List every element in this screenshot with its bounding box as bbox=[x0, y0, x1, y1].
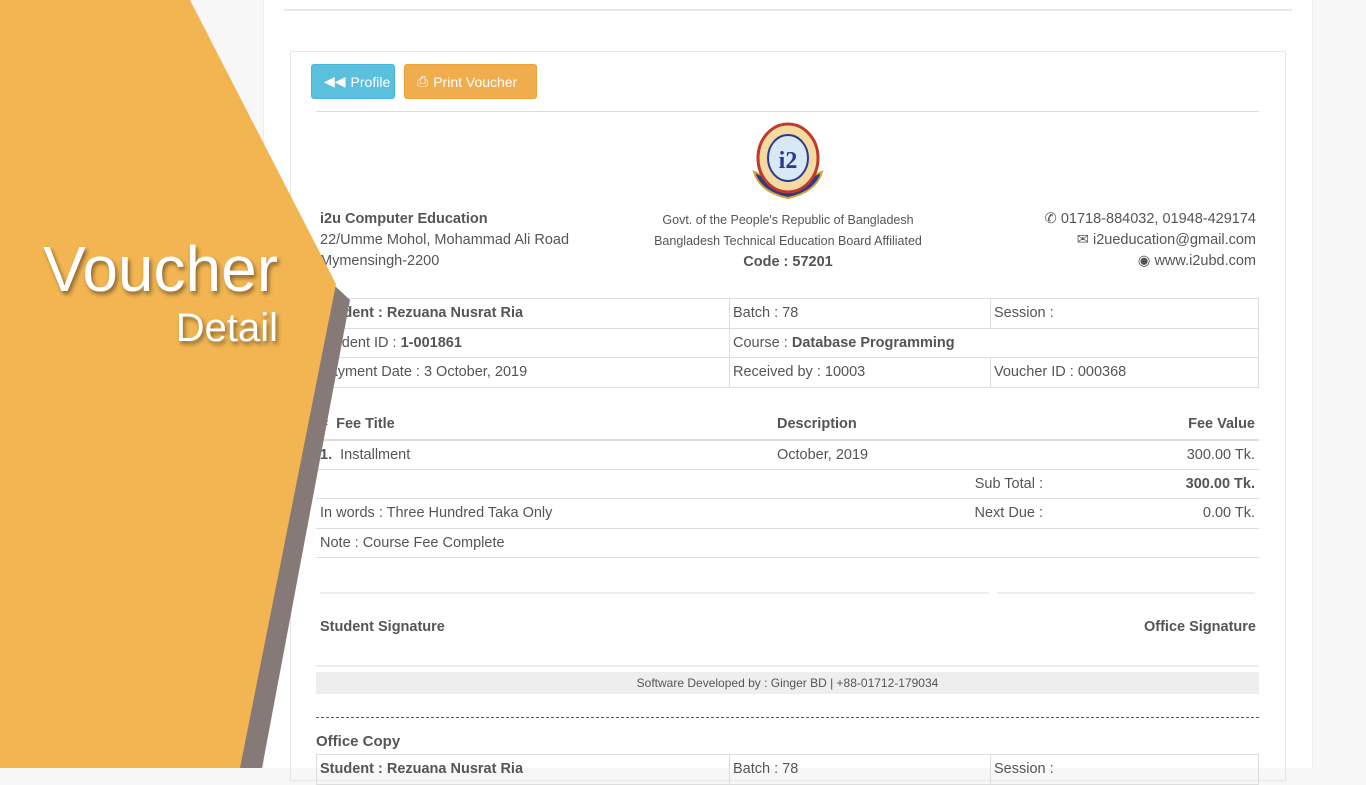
envelope-icon: ✉ bbox=[1076, 232, 1093, 248]
cut-line bbox=[316, 717, 1259, 718]
overlay-title: Voucher Detail bbox=[43, 233, 278, 350]
signature-line bbox=[320, 592, 989, 594]
office-signature: Office Signature bbox=[1144, 619, 1256, 635]
table-row: 1. Installment October, 2019 300.00 Tk. bbox=[316, 439, 1259, 470]
divider bbox=[284, 9, 1292, 11]
phone-icon: ✆ bbox=[1044, 211, 1061, 227]
svg-text:i2: i2 bbox=[779, 148, 798, 174]
subtotal-value: 300.00 Tk. bbox=[1043, 469, 1259, 499]
course-name: Database Programming bbox=[791, 334, 955, 351]
title-overlay bbox=[0, 0, 350, 768]
globe-icon: ◉ bbox=[1137, 253, 1155, 269]
fee-table: # Fee TitleDescriptionFee Value 1. Insta… bbox=[316, 410, 1259, 558]
website-link[interactable]: www.i2ubd.com bbox=[1154, 253, 1256, 269]
student-info-table: Student : Rezuana Nusrat Ria Batch : 78 Se… bbox=[316, 298, 1259, 388]
print-voucher-button[interactable]: ⎙ Print Voucher bbox=[404, 64, 537, 99]
signature-line bbox=[997, 592, 1255, 594]
student-id: 1-001861 bbox=[400, 334, 462, 351]
note: Note : Course Fee Complete bbox=[316, 528, 1259, 558]
print-icon: ⎙ bbox=[417, 73, 429, 89]
institution-logo: i2 bbox=[752, 122, 824, 200]
next-due-value: 0.00 Tk. bbox=[1043, 498, 1259, 529]
contact-info: ✆ 01718-884032, 01948-429174 ✉ i2ueducat… bbox=[1044, 211, 1256, 269]
office-copy-table: Student : Rezuana Nusrat Ria Batch : 78 Se… bbox=[316, 754, 1259, 785]
divider bbox=[316, 111, 1259, 112]
divider bbox=[316, 665, 1259, 667]
developer-credit: Software Developed by : Ginger BD | +88-… bbox=[316, 672, 1259, 694]
student-name: Rezuana Nusrat Ria bbox=[386, 305, 524, 322]
overlay-shape bbox=[0, 0, 336, 768]
